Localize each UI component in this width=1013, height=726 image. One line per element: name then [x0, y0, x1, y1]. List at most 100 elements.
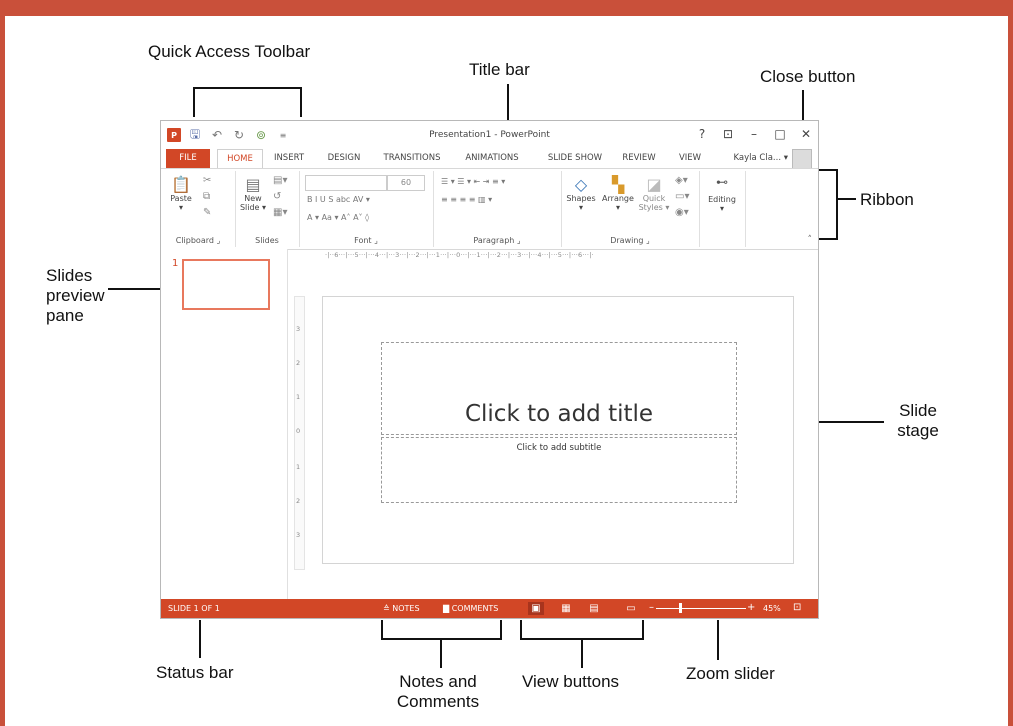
zoom-in-button[interactable]: + — [747, 602, 755, 613]
group-slides: ▤ New Slide ▾ ▤▾ ↺ ▦▾ Slides — [235, 171, 300, 247]
callout-connector — [717, 620, 719, 660]
page-border-top — [0, 0, 1013, 16]
arrange-button[interactable]: ▚ Arrange ▾ — [599, 175, 637, 212]
dropdown-arrow-icon: ▾ — [615, 203, 620, 212]
ribbon-display-options-button[interactable]: ⊡ — [722, 127, 734, 141]
slides-preview-pane: 1 — [161, 249, 288, 600]
tab-home[interactable]: HOME — [217, 149, 263, 168]
zoom-out-button[interactable]: – — [649, 602, 654, 613]
cut-icon[interactable]: ✂ — [203, 175, 211, 186]
font-size-field[interactable]: 60 — [387, 175, 425, 191]
ruler-tick: 1 — [296, 463, 301, 471]
callout-line: pane — [46, 306, 84, 325]
maximize-button[interactable]: □ — [774, 127, 786, 141]
dropdown-arrow-icon: ▾ — [719, 204, 724, 213]
zoom-level[interactable]: 45% — [763, 604, 781, 613]
ruler-tick: 3 — [296, 531, 301, 539]
list-buttons[interactable]: ☰ ▾ ☰ ▾ ⇤ ⇥ ≡ ▾ — [441, 177, 505, 186]
avatar[interactable] — [792, 149, 812, 169]
callout-connector — [802, 90, 804, 120]
callout-connector — [836, 169, 838, 240]
quick-styles-icon: ◪ — [646, 175, 662, 194]
callout-view-buttons: View buttons — [522, 672, 620, 691]
callout-line: Slides — [46, 266, 93, 285]
tab-slide-show[interactable]: SLIDE SHOW — [543, 149, 607, 168]
ruler-tick: 2 — [296, 359, 301, 367]
close-button[interactable]: ✕ — [800, 127, 812, 141]
callout-connector — [193, 87, 302, 89]
format-painter-icon[interactable]: ✎ — [203, 207, 211, 218]
callout-ribbon: Ribbon — [860, 190, 914, 209]
title-bar: P 🖫 ↶ ↻ ⊚ ≡ Presentation1 - PowerPoint ?… — [161, 121, 818, 149]
section-icon[interactable]: ▦▾ — [273, 207, 287, 218]
callout-line: Notes and — [399, 672, 477, 691]
slide-thumbnail[interactable] — [182, 259, 270, 310]
callout-line: stage — [897, 421, 939, 440]
editing-button[interactable]: ⊷ Editing ▾ — [703, 175, 741, 213]
reset-icon[interactable]: ↺ — [273, 191, 281, 202]
tab-animations[interactable]: ANIMATIONS — [457, 149, 527, 168]
paste-icon: 📋 — [171, 175, 191, 194]
group-paragraph: ☰ ▾ ☰ ▾ ⇤ ⇥ ≡ ▾ ≡ ≡ ≡ ≡ ▥ ▾ Paragraph ⌟ — [433, 171, 562, 247]
quick-styles-label: Quick — [642, 194, 666, 203]
slide-sorter-view-button[interactable]: ▦ — [558, 602, 574, 615]
dropdown-arrow-icon: ▾ — [178, 203, 183, 212]
comments-button[interactable]: ▇ COMMENTS — [443, 604, 498, 613]
tab-review[interactable]: REVIEW — [619, 149, 659, 168]
editing-label: Editing — [708, 195, 736, 204]
title-placeholder[interactable]: Click to add title — [381, 342, 737, 435]
copy-icon[interactable]: ⧉ — [203, 191, 210, 202]
group-label: Paragraph ⌟ — [473, 236, 521, 245]
group-label: Font ⌟ — [354, 236, 378, 245]
slide-count: SLIDE 1 OF 1 — [168, 604, 220, 613]
reading-view-button[interactable]: ▤ — [586, 602, 602, 615]
callout-connector — [836, 198, 856, 200]
tab-transitions[interactable]: TRANSITIONS — [377, 149, 447, 168]
new-slide-button[interactable]: ▤ New Slide ▾ — [239, 175, 267, 212]
status-bar: SLIDE 1 OF 1 ≙ NOTES ▇ COMMENTS ▣ ▦ ▤ ▭ … — [161, 599, 818, 618]
ruler-tick: 2 — [296, 497, 301, 505]
font-size-buttons[interactable]: A ▾ Aa ▾ A˄ A˅ ◊ — [307, 213, 369, 222]
tab-design[interactable]: DESIGN — [318, 149, 370, 168]
user-account[interactable]: Kayla Cla... ▾ — [733, 153, 788, 163]
callout-connector — [440, 638, 442, 668]
page-border-left — [0, 0, 5, 726]
group-label: Drawing ⌟ — [610, 236, 650, 245]
tab-view[interactable]: VIEW — [673, 149, 707, 168]
horizontal-ruler: ·|··6···|···5···|···4···|···3···|···2···… — [325, 251, 594, 259]
callout-connector — [300, 87, 302, 117]
alignment-buttons[interactable]: ≡ ≡ ≡ ≡ ▥ ▾ — [441, 195, 492, 204]
shape-fill-icon[interactable]: ◈▾ — [675, 175, 688, 186]
layout-icon[interactable]: ▤▾ — [273, 175, 287, 186]
shape-effects-icon[interactable]: ◉▾ — [675, 207, 689, 218]
page-border-right — [1008, 0, 1013, 726]
callout-line: Comments — [396, 692, 480, 711]
collapse-ribbon-icon[interactable]: ˄ — [808, 235, 813, 245]
callout-connector — [520, 620, 522, 640]
tab-file[interactable]: FILE — [166, 149, 210, 168]
zoom-slider-thumb[interactable] — [679, 603, 682, 613]
quick-styles-button[interactable]: ◪ Quick Styles ▾ — [637, 175, 671, 212]
notes-button[interactable]: ≙ NOTES — [383, 604, 420, 613]
font-format-buttons[interactable]: B I U S abc AV ▾ — [307, 195, 370, 204]
font-name-field[interactable] — [305, 175, 387, 191]
shapes-button[interactable]: ◇ Shapes ▾ — [563, 175, 599, 212]
vertical-ruler: 3 2 1 0 1 2 3 — [294, 296, 305, 570]
fit-slide-icon[interactable]: ⊡ — [793, 602, 801, 613]
normal-view-button[interactable]: ▣ — [528, 602, 544, 615]
callout-title-bar: Title bar — [469, 60, 530, 79]
callout-slides-preview-pane: Slides preview pane — [46, 266, 105, 326]
group-drawing: ◇ Shapes ▾ ▚ Arrange ▾ ◪ Quick Styles ▾ … — [561, 171, 700, 247]
zoom-slider-track[interactable] — [656, 608, 746, 609]
tab-insert[interactable]: INSERT — [267, 149, 311, 168]
callout-quick-access-toolbar: Quick Access Toolbar — [148, 42, 311, 61]
subtitle-placeholder[interactable]: Click to add subtitle — [381, 437, 737, 503]
minimize-button[interactable]: – — [748, 127, 760, 141]
subtitle-placeholder-text: Click to add subtitle — [516, 443, 602, 453]
new-slide-icon: ▤ — [245, 175, 261, 194]
help-button[interactable]: ? — [696, 127, 708, 141]
paste-button[interactable]: 📋 Paste ▾ — [167, 175, 195, 212]
ribbon: 📋 Paste ▾ ✂ ⧉ ✎ Clipboard ⌟ ▤ New Slide … — [161, 168, 818, 250]
shape-outline-icon[interactable]: ▭▾ — [675, 191, 689, 202]
slide-show-view-button[interactable]: ▭ — [623, 602, 639, 615]
